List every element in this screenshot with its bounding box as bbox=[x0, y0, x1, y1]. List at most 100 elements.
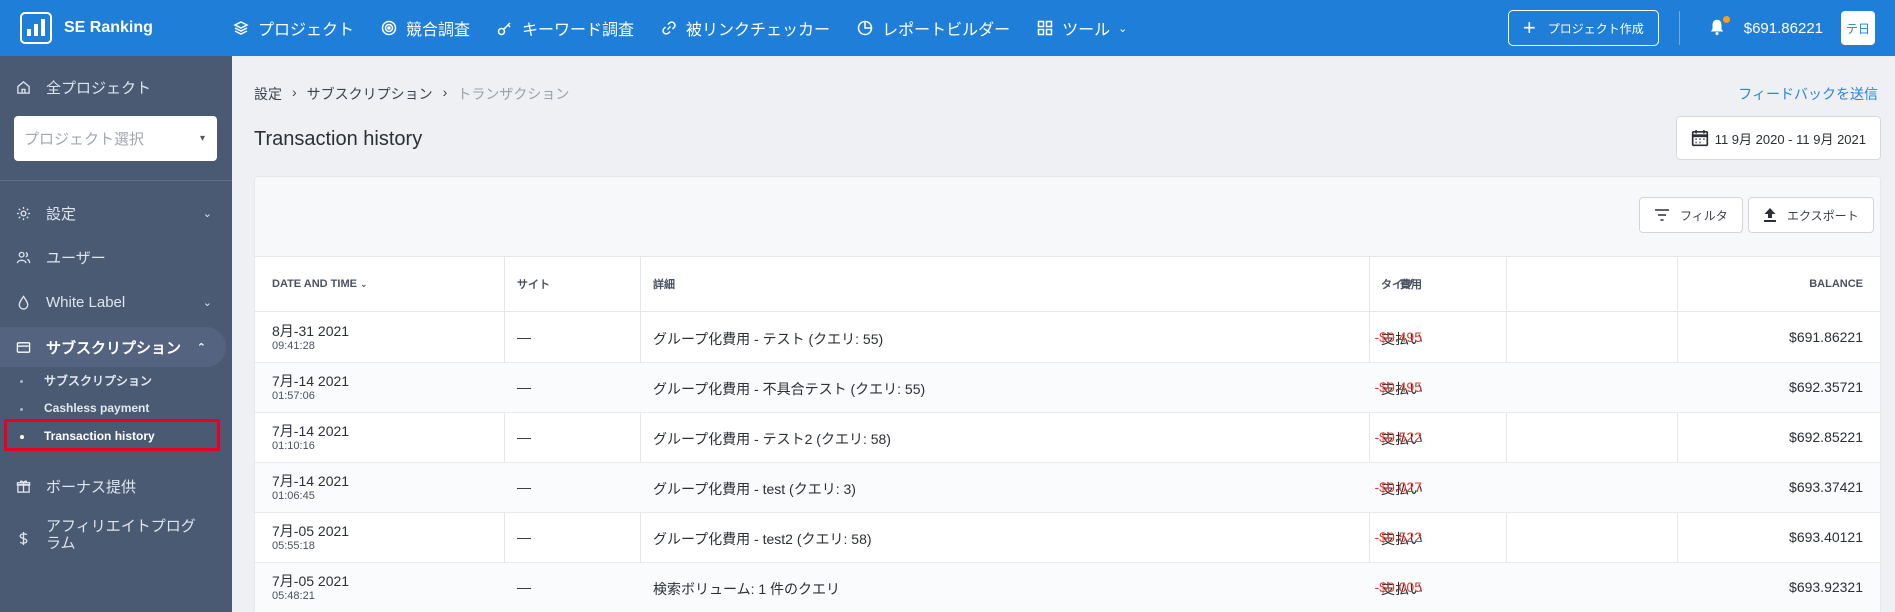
table-row[interactable]: 7月-05 2021 05:48:21 — 検索ボリューム: 1 件のクエリ 支… bbox=[255, 563, 1880, 612]
sidebar-item-affiliate[interactable]: アフィリエイトプログラム bbox=[0, 518, 232, 558]
cell-date: 7月-14 2021 bbox=[272, 423, 350, 439]
nav-projects[interactable]: プロジェクト bbox=[232, 16, 354, 40]
card-icon bbox=[14, 338, 32, 356]
cell-site: — bbox=[517, 379, 531, 395]
breadcrumb-subscription[interactable]: サブスクリプション bbox=[307, 84, 433, 104]
cell-site: — bbox=[517, 579, 531, 595]
nav-backlink-checker[interactable]: 被リンクチェッカー bbox=[660, 16, 830, 40]
cell-date: 8月-31 2021 bbox=[272, 323, 350, 339]
cell-balance: $693.37421 bbox=[1789, 479, 1863, 495]
column-header-details: 詳細 bbox=[653, 279, 675, 291]
cell-balance: $692.85221 bbox=[1789, 429, 1863, 445]
cell-site: — bbox=[517, 529, 531, 545]
cell-time: 01:57:06 bbox=[272, 390, 315, 402]
sidebar-item-bonus[interactable]: ボーナス提供 bbox=[0, 471, 232, 501]
sidebar-item-label: アフィリエイトプログラム bbox=[46, 518, 196, 552]
chevron-down-icon: ⌄ bbox=[202, 296, 212, 309]
filter-button[interactable]: フィルタ bbox=[1639, 197, 1743, 233]
column-header-label: DATE AND TIME bbox=[272, 278, 357, 290]
cell-balance: $692.35721 bbox=[1789, 379, 1863, 395]
page-title: Transaction history bbox=[254, 128, 423, 150]
breadcrumb-settings[interactable]: 設定 bbox=[254, 84, 282, 104]
chevron-down-icon: ⌄ bbox=[1118, 22, 1128, 35]
main-content: 設定 › サブスクリプション › トランザクション フィードバックを送信 Tra… bbox=[232, 56, 1895, 612]
sidebar-item-label: 全プロジェクト bbox=[46, 79, 152, 97]
link-icon bbox=[660, 19, 678, 37]
column-header-date[interactable]: DATE AND TIME ⌄ bbox=[272, 278, 368, 290]
calendar-icon bbox=[1691, 129, 1709, 147]
cell-cost: -$0.495 bbox=[1374, 329, 1422, 345]
feedback-link[interactable]: フィードバックを送信 bbox=[1738, 84, 1878, 104]
table-row[interactable]: 7月-14 2021 01:06:45 — グループ化費用 - test (クエ… bbox=[255, 463, 1880, 513]
sidebar-item-label: 設定 bbox=[46, 205, 77, 223]
nav-label: プロジェクト bbox=[258, 22, 355, 39]
cell-date: 7月-14 2021 bbox=[272, 373, 350, 389]
sidebar-subitem-cashless-payment[interactable]: Cashless payment bbox=[44, 401, 149, 415]
sidebar-item-all-projects[interactable]: 全プロジェクト bbox=[0, 72, 232, 102]
cell-balance: $691.86221 bbox=[1789, 329, 1863, 345]
sidebar-item-settings[interactable]: 設定 ⌄ bbox=[0, 198, 232, 228]
nav-label: キーワード調査 bbox=[522, 22, 635, 39]
nav-keyword-research[interactable]: キーワード調査 bbox=[496, 16, 634, 40]
bullet-icon bbox=[20, 408, 23, 411]
table-row[interactable]: 7月-14 2021 01:57:06 — グループ化費用 - 不具合テスト (… bbox=[255, 363, 1880, 413]
layers-icon bbox=[232, 19, 250, 37]
brand[interactable]: SE Ranking bbox=[0, 12, 232, 44]
breadcrumb-current: トランザクション bbox=[457, 86, 570, 102]
dollar-icon bbox=[14, 529, 32, 547]
export-button[interactable]: エクスポート bbox=[1748, 197, 1874, 233]
cell-time: 01:10:16 bbox=[272, 440, 315, 452]
cell-site: — bbox=[517, 429, 531, 445]
brand-name: SE Ranking bbox=[64, 19, 153, 36]
avatar[interactable]: テ日 bbox=[1841, 11, 1875, 45]
key-icon bbox=[496, 19, 514, 37]
nav-label: ツール bbox=[1062, 22, 1111, 39]
nav-label: 競合調査 bbox=[406, 22, 471, 39]
divider bbox=[1678, 11, 1680, 45]
sidebar-item-white-label[interactable]: White Label ⌄ bbox=[0, 287, 232, 317]
table-row[interactable]: 7月-14 2021 01:10:16 — グループ化費用 - テスト2 (クエ… bbox=[255, 413, 1880, 463]
project-select[interactable]: プロジェクト選択 ▾ bbox=[14, 116, 217, 161]
chevron-down-icon: ▾ bbox=[199, 133, 205, 144]
nav-competitive-research[interactable]: 競合調査 bbox=[380, 16, 470, 40]
sidebar-item-label: サブスクリプション bbox=[46, 339, 182, 357]
cell-site: — bbox=[517, 329, 531, 345]
nav-tools[interactable]: ツール ⌄ bbox=[1036, 16, 1127, 40]
table-row[interactable]: 7月-05 2021 05:55:18 — グループ化費用 - test2 (ク… bbox=[255, 513, 1880, 563]
account-balance[interactable]: $691.86221 bbox=[1744, 20, 1823, 37]
bullet-icon bbox=[20, 380, 23, 383]
sidebar-item-users[interactable]: ユーザー bbox=[0, 242, 232, 272]
breadcrumb: 設定 › サブスクリプション › トランザクション bbox=[254, 84, 569, 104]
transactions-panel: フィルタ エクスポート DATE AND TIME ⌄ サイト 詳細 タイプ 費… bbox=[254, 176, 1881, 612]
cell-site: — bbox=[517, 479, 531, 495]
home-icon bbox=[14, 78, 32, 96]
drop-icon bbox=[14, 293, 32, 311]
cell-cost: -$0.522 bbox=[1374, 429, 1422, 445]
table-header: DATE AND TIME ⌄ サイト 詳細 タイプ 費用 BALANCE bbox=[255, 257, 1880, 312]
date-range-picker[interactable]: 11 9月 2020 - 11 9月 2021 bbox=[1675, 116, 1881, 160]
nav-label: レポートビルダー bbox=[882, 22, 1011, 39]
create-project-label: プロジェクト作成 bbox=[1547, 21, 1644, 36]
nav-report-builder[interactable]: レポートビルダー bbox=[856, 16, 1010, 40]
cell-details: グループ化費用 - テスト2 (クエリ: 58) bbox=[653, 431, 891, 447]
cell-cost: -$0.522 bbox=[1374, 529, 1422, 545]
cell-balance: $693.40121 bbox=[1789, 529, 1863, 545]
main-nav: プロジェクト 競合調査 キーワード調査 被リンクチェッカー レポートビルダー ツ… bbox=[232, 0, 1153, 56]
cell-time: 09:41:28 bbox=[272, 340, 315, 352]
logo-icon bbox=[20, 12, 52, 44]
create-project-button[interactable]: + プロジェクト作成 bbox=[1507, 10, 1659, 46]
target-icon bbox=[380, 19, 398, 37]
breadcrumb-separator: › bbox=[442, 84, 448, 100]
export-label: エクスポート bbox=[1787, 208, 1859, 223]
project-select-placeholder: プロジェクト選択 bbox=[24, 131, 145, 148]
upload-icon bbox=[1763, 207, 1777, 223]
gear-icon bbox=[14, 204, 32, 222]
bell-icon[interactable] bbox=[1708, 16, 1730, 38]
highlight-box bbox=[4, 419, 220, 451]
table-row[interactable]: 8月-31 2021 09:41:28 — グループ化費用 - テスト (クエリ… bbox=[255, 313, 1880, 363]
breadcrumb-separator: › bbox=[292, 84, 297, 100]
sidebar-item-subscription[interactable]: サブスクリプション ⌃ bbox=[0, 327, 226, 367]
column-header-site: サイト bbox=[517, 279, 550, 291]
cell-date: 7月-05 2021 bbox=[272, 573, 350, 589]
sidebar-subitem-subscription[interactable]: サブスクリプション bbox=[44, 372, 152, 389]
